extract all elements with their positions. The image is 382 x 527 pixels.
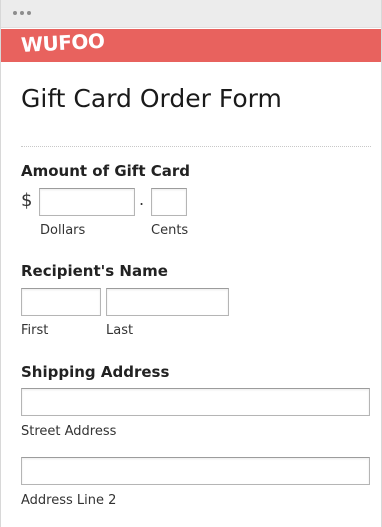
shipping-label: Shipping Address	[21, 363, 170, 381]
street-address-input[interactable]	[21, 388, 370, 416]
first-name-input[interactable]	[21, 288, 101, 316]
cents-input[interactable]	[151, 188, 187, 216]
recipient-label: Recipient's Name	[21, 262, 168, 280]
address-line2-sublabel: Address Line 2	[21, 493, 117, 508]
dollars-input[interactable]	[39, 188, 135, 216]
street-address-sublabel: Street Address	[21, 424, 117, 439]
address-line2-input[interactable]	[21, 457, 370, 485]
amount-label: Amount of Gift Card	[21, 162, 190, 180]
title-divider	[21, 146, 371, 147]
first-name-sublabel: First	[21, 323, 49, 338]
wufoo-logo: WUFOO	[20, 28, 105, 57]
window-controls[interactable]	[13, 11, 31, 15]
last-name-input[interactable]	[106, 288, 229, 316]
browser-window: WUFOO Gift Card Order Form Amount of Gif…	[0, 0, 382, 527]
window-titlebar	[1, 0, 381, 28]
brand-header: WUFOO	[1, 29, 381, 62]
currency-symbol: $	[21, 190, 33, 211]
window-dot-icon	[13, 11, 17, 15]
window-dot-icon	[27, 11, 31, 15]
window-dot-icon	[20, 11, 24, 15]
last-name-sublabel: Last	[106, 323, 134, 338]
decimal-separator: .	[139, 190, 145, 209]
form-title: Gift Card Order Form	[21, 84, 282, 113]
dollars-sublabel: Dollars	[40, 223, 86, 238]
cents-sublabel: Cents	[151, 223, 189, 238]
